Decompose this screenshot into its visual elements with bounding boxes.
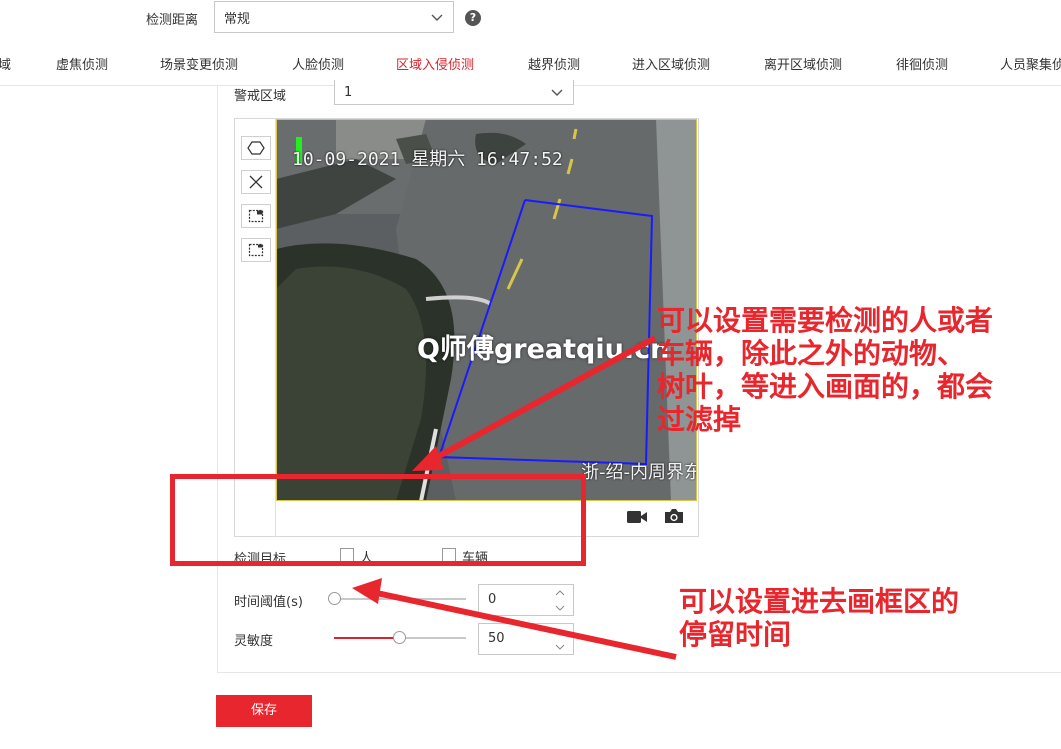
annotation-line: 树叶，等进入画面的，都会 bbox=[657, 370, 994, 403]
annotation-line: 停留时间 bbox=[679, 618, 792, 651]
annotation-line: 可以设置需要检测的人或者 bbox=[657, 304, 994, 337]
annotation-line: 车辆，除此之外的动物、 bbox=[657, 337, 966, 370]
annotation-time-note: 可以设置进去画框区的 停留时间 bbox=[679, 585, 959, 651]
annotation-target-note: 可以设置需要检测的人或者 车辆，除此之外的动物、 树叶，等进入画面的，都会 过滤… bbox=[657, 304, 993, 436]
annotation-line: 过滤掉 bbox=[657, 403, 742, 436]
annotation-line: 可以设置进去画框区的 bbox=[679, 585, 960, 618]
